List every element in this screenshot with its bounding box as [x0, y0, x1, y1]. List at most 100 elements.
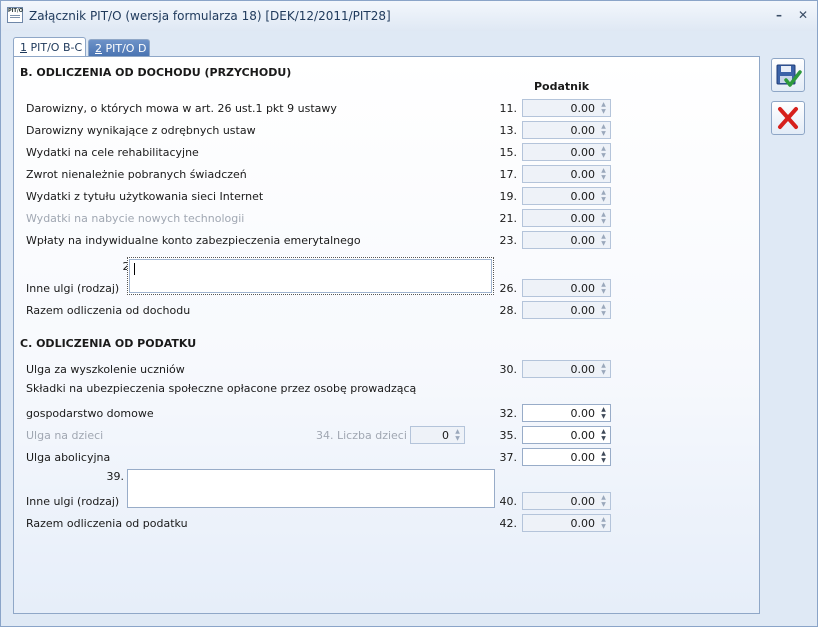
row-number: 28. [499, 304, 518, 317]
field-value: 0.00 [570, 234, 596, 247]
row-label: Wydatki z tytułu użytkowania sieci Inter… [26, 190, 264, 203]
row-number: 19. [499, 190, 518, 203]
spinner-icon[interactable]: ▲ ▼ [599, 167, 608, 181]
section-c-title: C. ODLICZENIA OD PODATKU [20, 337, 197, 350]
other-deductions-b-label: Inne ulgi (rodzaj) [26, 282, 120, 295]
form-panel: B. ODLICZENIA OD DOCHODU (PRZYCHODU) Pod… [13, 56, 760, 614]
row-amount-field[interactable]: 0.00 ▲ ▼ [522, 187, 611, 205]
other-deductions-b-text[interactable] [127, 257, 494, 295]
row-label: Wydatki na nabycie nowych technologii [26, 212, 245, 225]
tab-accel: 1 [20, 41, 27, 54]
row-32-label-line1: Składki na ubezpieczenia społeczne opłac… [26, 382, 417, 395]
row-label: Zwrot nienależnie pobranych świadczeń [26, 168, 247, 181]
other-deductions-b-amount[interactable]: 0.00 ▲ ▼ [522, 279, 611, 297]
row-amount-field[interactable]: 0.00 ▲ ▼ [522, 165, 611, 183]
row-amount-field[interactable]: 0.00 ▲ ▼ [522, 121, 611, 139]
spinner-icon[interactable]: ▲ ▼ [599, 281, 608, 295]
total-b-label: Razem odliczenia od dochodu [26, 304, 191, 317]
field-value: 0.00 [570, 495, 596, 508]
field-value: 0.00 [570, 304, 596, 317]
field-value: 0.00 [570, 517, 596, 530]
save-check-icon [776, 64, 802, 87]
field-value: 0.00 [570, 429, 596, 442]
field-value: 0.00 [570, 102, 596, 115]
row-amount-field[interactable]: 0.00 ▲ ▼ [522, 143, 611, 161]
row-label: Wpłaty na indywidualne konto zabezpiecze… [26, 234, 361, 247]
row-number: 42. [499, 517, 518, 530]
field-value: 0.00 [570, 190, 596, 203]
field-value: 0.00 [570, 451, 596, 464]
close-button[interactable]: ✕ [795, 7, 811, 23]
children-count-input[interactable]: 0 ▲ ▼ [410, 426, 465, 444]
total-b-amount[interactable]: 0.00 ▲ ▼ [522, 301, 611, 319]
field-value: 0.00 [570, 168, 596, 181]
children-count-label: 34. Liczba dzieci [316, 429, 407, 442]
row-35-amount[interactable]: 0.00 ▲ ▼ [522, 426, 611, 444]
spinner-icon[interactable]: ▲ ▼ [599, 362, 608, 376]
total-c-label: Razem odliczenia od podatku [26, 517, 188, 530]
tab-label: PIT/O D [102, 42, 147, 55]
row-amount-field[interactable]: 0.00 ▲ ▼ [522, 231, 611, 249]
row-32-label-line2: gospodarstwo domowe [26, 407, 154, 420]
spinner-icon[interactable]: ▲ ▼ [599, 494, 608, 508]
row-32-amount[interactable]: 0.00 ▲ ▼ [522, 404, 611, 422]
row-number: 37. [499, 451, 518, 464]
row-amount-field[interactable]: 0.00 ▲ ▼ [522, 209, 611, 227]
window-title: Załącznik PIT/O (wersja formularza 18) [… [29, 9, 391, 23]
field-value: 0.00 [570, 212, 596, 225]
spinner-icon[interactable]: ▲ ▼ [599, 233, 608, 247]
total-c-amount[interactable]: 0.00 ▲ ▼ [522, 514, 611, 532]
row-30-label: Ulga za wyszkolenie uczniów [26, 363, 185, 376]
row-37-amount[interactable]: 0.00 ▲ ▼ [522, 448, 611, 466]
spinner-icon[interactable]: ▲ ▼ [599, 450, 608, 464]
row-number: 32. [499, 407, 518, 420]
cancel-button[interactable] [771, 101, 805, 135]
spinner-icon[interactable]: ▲ ▼ [599, 101, 608, 115]
field-value: 0.00 [570, 363, 596, 376]
field-value: 0.00 [570, 146, 596, 159]
pit-o-window: PIT/O Załącznik PIT/O (wersja formularza… [0, 0, 818, 627]
other-deductions-c-text[interactable] [127, 469, 495, 508]
tab-pit-o-b-c[interactable]: 1 PIT/O B-C [13, 37, 86, 57]
spinner-icon[interactable]: ▲ ▼ [599, 303, 608, 317]
spinner-icon[interactable]: ▲ ▼ [599, 211, 608, 225]
row-amount-field[interactable]: 0.00 ▲ ▼ [522, 99, 611, 117]
row-label: Darowizny wynikające z odrębnych ustaw [26, 124, 256, 137]
spinner-icon[interactable]: ▲ ▼ [599, 428, 608, 442]
row-number: 15. [499, 146, 518, 159]
spinner-icon[interactable]: ▲ ▼ [599, 406, 608, 420]
spinner-icon[interactable]: ▲ ▼ [599, 189, 608, 203]
spinner-icon[interactable]: ▲ ▼ [453, 428, 462, 442]
row-label: Darowizny, o których mowa w art. 26 ust.… [26, 102, 337, 115]
pit-app-icon: PIT/O [7, 7, 23, 23]
other-deductions-c-amount[interactable]: 0.00 ▲ ▼ [522, 492, 611, 510]
row-number: 40. [499, 495, 518, 508]
save-button[interactable] [771, 58, 805, 92]
text-caret [134, 263, 135, 275]
tab-label: PIT/O B-C [27, 41, 83, 54]
title-bar: PIT/O Załącznik PIT/O (wersja formularza… [1, 1, 817, 31]
field-value: 0.00 [570, 124, 596, 137]
row-number: 30. [499, 363, 518, 376]
tab-pit-o-d[interactable]: 2 PIT/O D [88, 39, 150, 56]
row-number: 21. [499, 212, 518, 225]
other-deductions-c-label: Inne ulgi (rodzaj) [26, 495, 120, 508]
row-number: 26. [499, 282, 518, 295]
row-35-label: Ulga na dzieci [26, 429, 104, 442]
spinner-icon[interactable]: ▲ ▼ [599, 123, 608, 137]
row-number: 35. [499, 429, 518, 442]
minimize-button[interactable]: – [771, 7, 787, 23]
row-37-label: Ulga abolicyjna [26, 451, 111, 464]
spinner-icon[interactable]: ▲ ▼ [599, 145, 608, 159]
row-number: 39. [106, 470, 125, 483]
field-value: 0.00 [570, 282, 596, 295]
section-b-title: B. ODLICZENIA OD DOCHODU (PRZYCHODU) [20, 66, 292, 79]
row-number: 11. [499, 102, 518, 115]
row-30-amount[interactable]: 0.00 ▲ ▼ [522, 360, 611, 378]
app-icon-text: PIT/O [8, 8, 24, 14]
row-number: 23. [499, 234, 518, 247]
spinner-icon[interactable]: ▲ ▼ [599, 516, 608, 530]
row-number: 17. [499, 168, 518, 181]
field-value: 0.00 [570, 407, 596, 420]
row-number: 13. [499, 124, 518, 137]
